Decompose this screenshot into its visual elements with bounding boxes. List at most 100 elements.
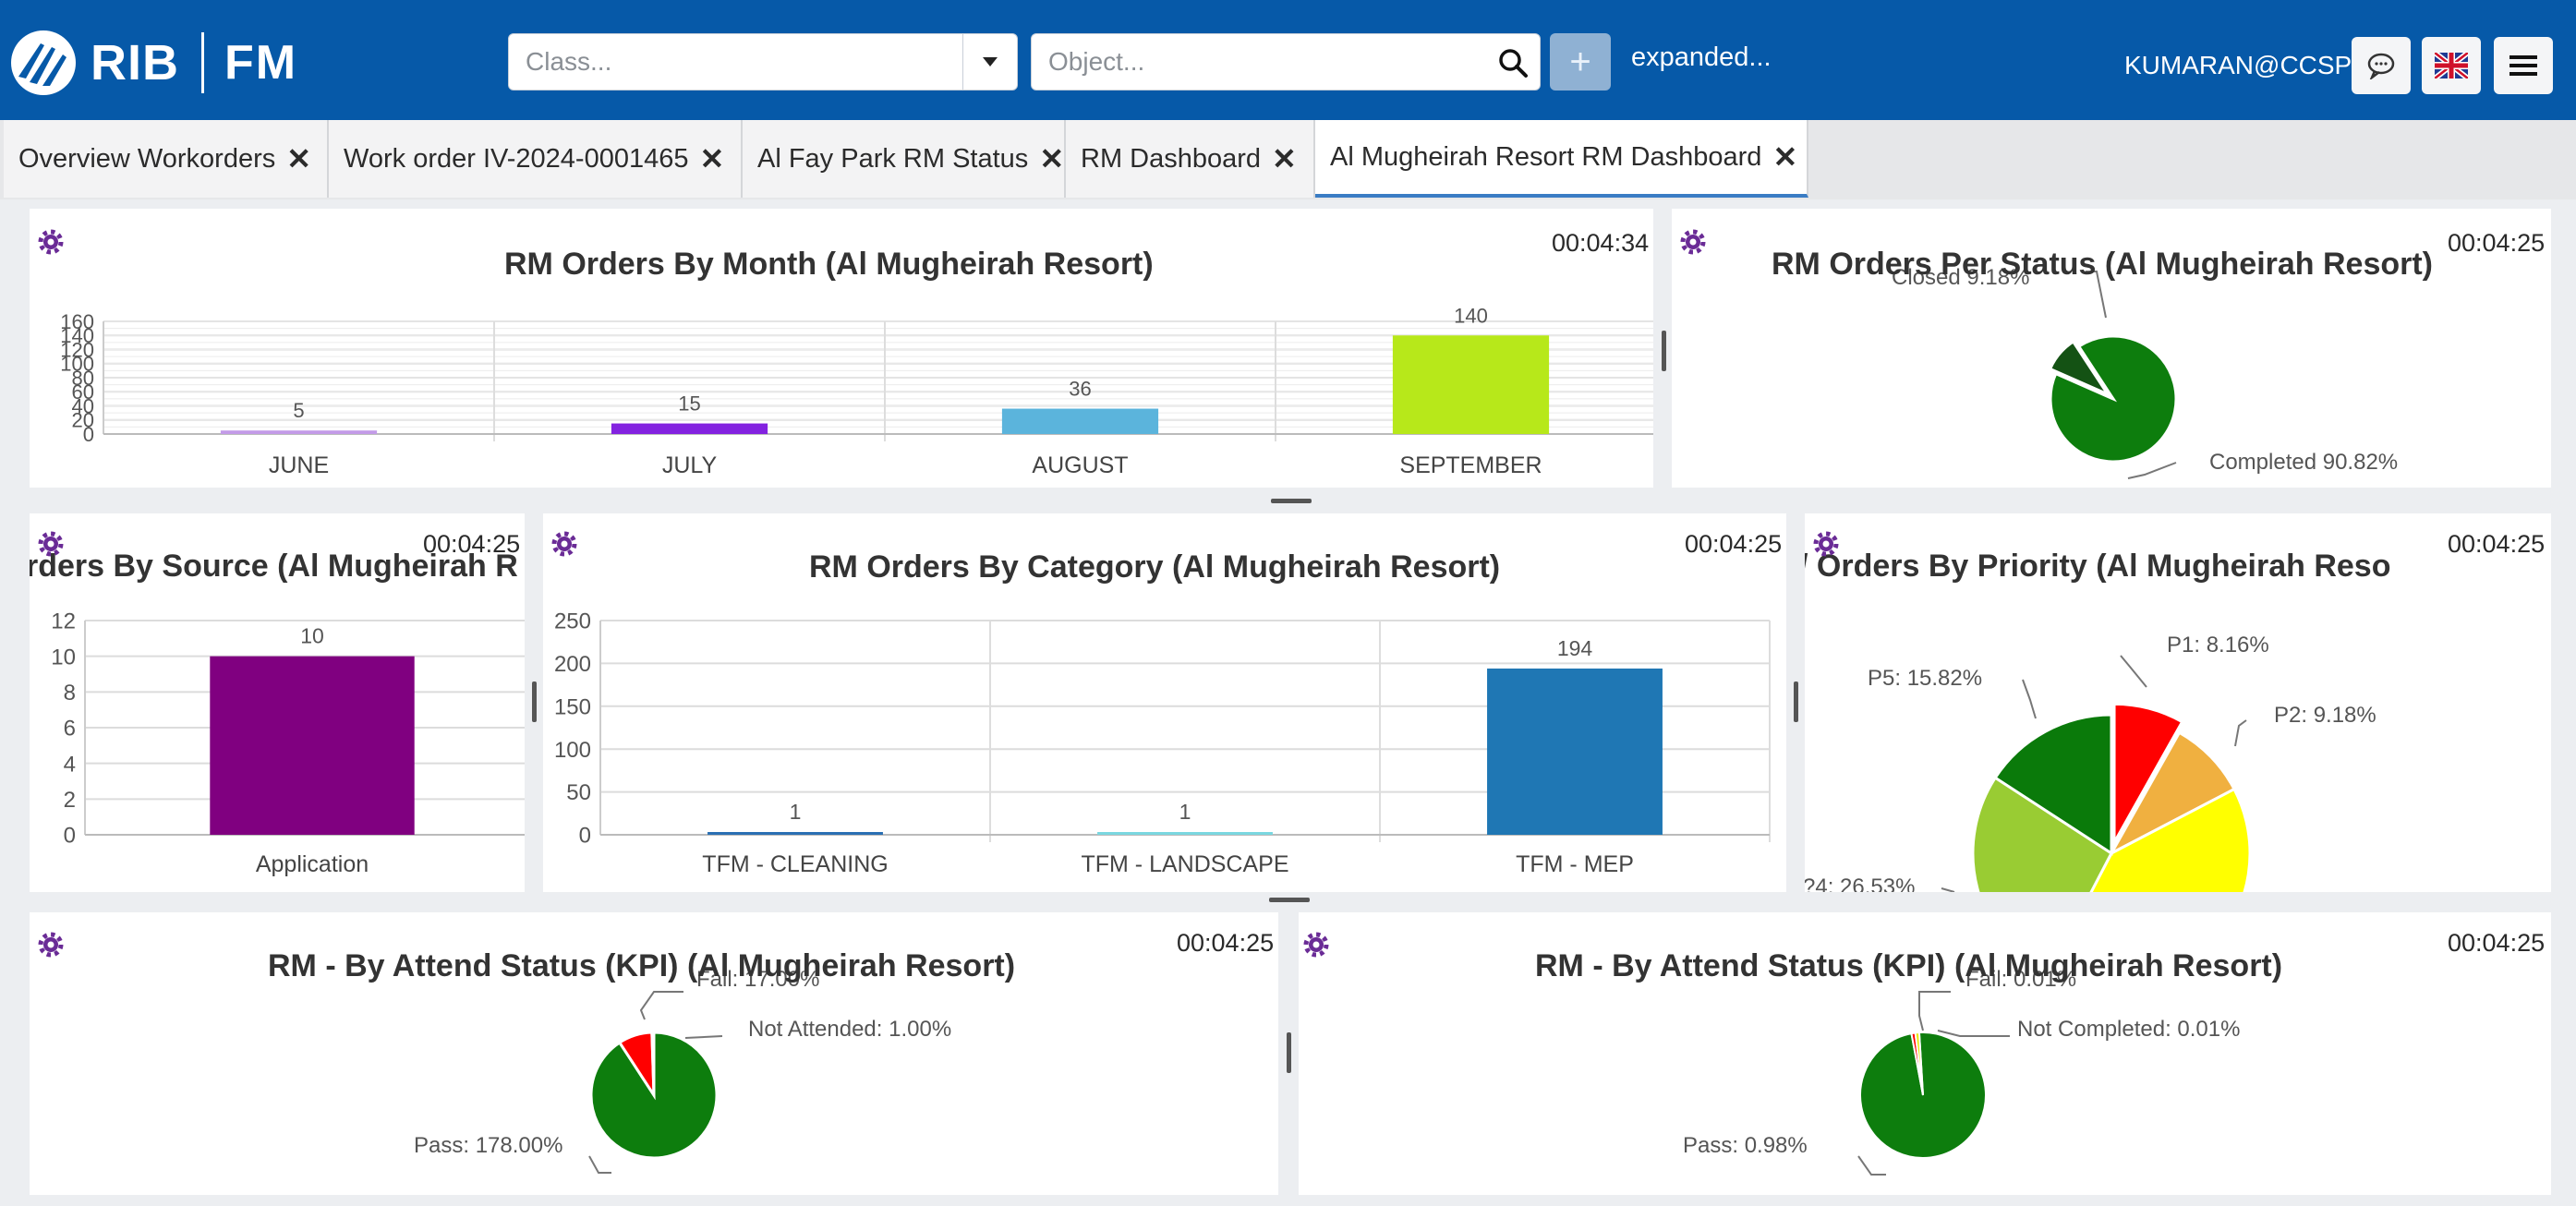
slice-label: P1: 8.16%: [2167, 633, 2269, 657]
y-tick-label: 160: [60, 310, 94, 333]
resize-handle[interactable]: [1662, 331, 1666, 371]
slice-label: Completed 90.82%: [2209, 450, 2398, 475]
data-label: 5: [293, 399, 304, 422]
slice-label: Not Attended: 1.00%: [748, 1017, 951, 1042]
tab-rm-dashboard[interactable]: RM Dashboard ✕: [1066, 120, 1315, 198]
leader-line: [1941, 887, 1955, 892]
leader-line: [588, 1155, 611, 1174]
y-tick-label: 0: [64, 824, 76, 849]
leader-line: [2022, 679, 2037, 719]
slice-label: P2: 9.18%: [2274, 703, 2376, 728]
panel-timestamp: 00:04:25: [423, 530, 521, 558]
language-button[interactable]: [2422, 37, 2481, 94]
tab-label: Al Fay Park RM Status: [757, 143, 1029, 174]
search-icon[interactable]: [1497, 47, 1529, 78]
add-button[interactable]: +: [1550, 33, 1611, 90]
bar: [1001, 408, 1159, 434]
panel-title: RM - By Attend Status (KPI) (Al Mugheira…: [268, 948, 1016, 983]
bar: [1392, 335, 1550, 434]
hamburger-menu-icon: [2509, 55, 2537, 76]
resize-handle[interactable]: [1794, 681, 1798, 722]
panel-orders-by-priority: P1: 8.16% P2: 9.18% P5: 15.82% ?4: 26.53% /…: [1805, 513, 2551, 892]
x-tick-label: SEPTEMBER: [1399, 452, 1542, 478]
bar: [220, 430, 378, 434]
panel-title: RM Orders By Category (Al Mugheirah Reso…: [809, 549, 1501, 585]
y-tick-label: 200: [554, 652, 591, 677]
rib-logo-icon: [11, 30, 76, 95]
y-tick-label: 0: [579, 824, 591, 849]
gear-icon[interactable]: [1810, 528, 1842, 560]
class-dropdown-button[interactable]: [962, 34, 1017, 90]
data-label: 194: [1557, 636, 1593, 660]
class-placeholder: Class...: [526, 47, 612, 76]
y-tick-label: 2: [64, 788, 76, 813]
resize-handle[interactable]: [1271, 499, 1312, 503]
menu-button[interactable]: [2494, 37, 2553, 94]
resize-handle[interactable]: [1269, 898, 1310, 902]
panel-title: RM - By Attend Status (KPI) (Al Mugheira…: [1535, 948, 2283, 983]
tab-work-order[interactable]: Work order IV-2024-0001465 ✕: [329, 120, 743, 198]
leader-line: [2234, 719, 2247, 747]
close-icon[interactable]: ✕: [286, 141, 311, 176]
expanded-label[interactable]: expanded...: [1631, 42, 1772, 73]
panel-title: RM Orders Per Status (Al Mugheirah Resor…: [1772, 247, 2434, 282]
leader-line: [684, 1035, 723, 1039]
y-tick-label: 150: [554, 694, 591, 719]
bar: [707, 832, 883, 835]
slice-label: P5: 15.82%: [1868, 666, 1982, 691]
brand-fm: FM: [224, 36, 298, 90]
tab-label: Al Mugheirah Resort RM Dashboard: [1330, 141, 1762, 172]
bar: [611, 423, 768, 434]
tab-label: RM Dashboard: [1081, 143, 1262, 174]
leader-line: [639, 991, 683, 1020]
panel-timestamp: 00:04:34: [1552, 229, 1650, 257]
leader-line: [1918, 991, 1951, 1031]
slice-label: Pass: 178.00%: [414, 1133, 562, 1158]
bar: [1487, 668, 1663, 835]
data-label: 1: [1179, 800, 1191, 824]
panel-timestamp: 00:04:25: [2448, 530, 2546, 558]
leader-line: [2120, 655, 2147, 688]
panel-title: / Orders By Priority (Al Mugheirah Reso: [1805, 549, 2391, 584]
close-icon[interactable]: ✕: [699, 141, 724, 176]
y-tick-label: 100: [554, 738, 591, 763]
logo[interactable]: RIB FM: [9, 26, 297, 100]
chat-button[interactable]: [2352, 37, 2411, 94]
y-tick-label: 50: [566, 780, 591, 805]
uk-flag-icon: [2435, 53, 2468, 78]
close-icon[interactable]: ✕: [1039, 141, 1064, 176]
gear-icon[interactable]: [35, 226, 67, 258]
close-icon[interactable]: ✕: [1772, 139, 1797, 175]
chart-orders-by-month: 0204060801001201401605JUNE15JULY36AUGUST…: [60, 304, 1653, 478]
leader-line: [1937, 1030, 2010, 1037]
class-input[interactable]: Class...: [508, 33, 1018, 90]
object-placeholder: Object...: [1048, 47, 1145, 76]
user-name[interactable]: KUMARAN@CCSP: [2124, 51, 2352, 80]
brand-divider: [201, 32, 204, 93]
panel-title: RM Orders By Month (Al Mugheirah Resort): [504, 247, 1154, 282]
data-label: 1: [790, 800, 802, 824]
data-label: 36: [1069, 378, 1091, 401]
tab-al-mugheirah[interactable]: Al Mugheirah Resort RM Dashboard ✕: [1315, 120, 1808, 198]
tab-al-fay-park[interactable]: Al Fay Park RM Status ✕: [743, 120, 1066, 198]
tab-overview-workorders[interactable]: Overview Workorders ✕: [4, 120, 329, 198]
x-tick-label: JUNE: [269, 452, 329, 478]
y-tick-label: 6: [64, 717, 76, 742]
gear-icon[interactable]: [35, 528, 67, 560]
close-icon[interactable]: ✕: [1272, 141, 1297, 176]
x-tick-label: TFM - LANDSCAPE: [1081, 851, 1288, 877]
y-tick-label: 8: [64, 681, 76, 706]
x-tick-label: TFM - CLEANING: [702, 851, 888, 877]
leader-line: [1857, 1155, 1886, 1176]
brand-rib: RIB: [91, 35, 179, 90]
y-tick-label: 10: [51, 645, 76, 669]
y-tick-label: 4: [64, 752, 76, 777]
gear-icon[interactable]: [549, 528, 580, 560]
x-tick-label: TFM - MEP: [1516, 851, 1634, 877]
resize-handle[interactable]: [1287, 1032, 1291, 1073]
object-input[interactable]: Object...: [1031, 33, 1541, 90]
panel-timestamp: 00:04:25: [1685, 530, 1783, 558]
leader-line: [2127, 462, 2177, 479]
resize-handle[interactable]: [532, 681, 537, 722]
data-label: 140: [1454, 304, 1488, 327]
